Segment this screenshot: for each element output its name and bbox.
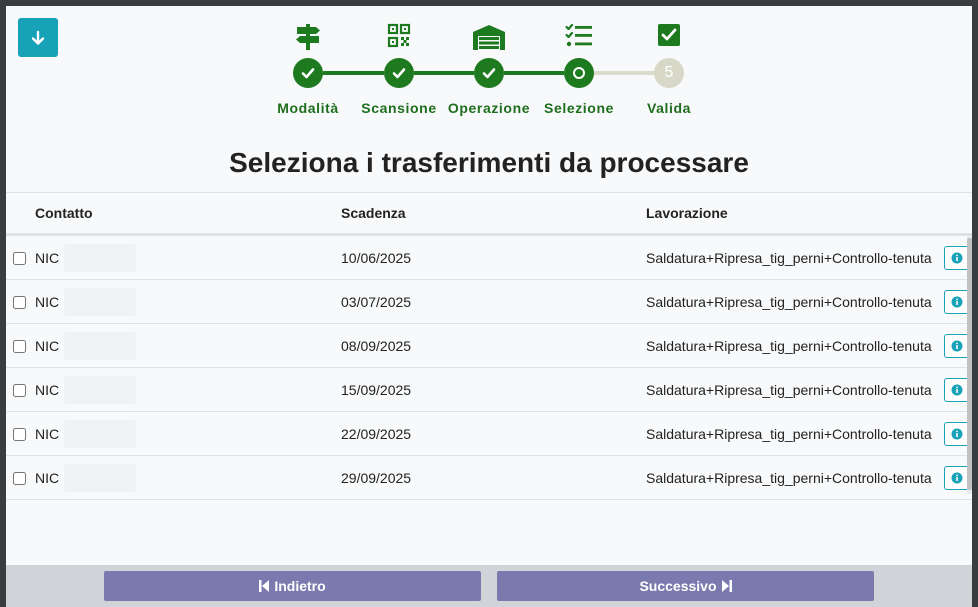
step-connector: [594, 71, 655, 75]
ring-icon: [573, 67, 585, 79]
step-forward-icon: [721, 580, 732, 592]
check-icon: [482, 68, 496, 79]
warehouse-icon: [473, 25, 505, 50]
cell-contatto: NIC: [35, 294, 60, 310]
step-current-circle: [564, 58, 594, 88]
row-checkbox[interactable]: [13, 296, 26, 309]
cell-lavorazione: Saldatura+Ripresa_tig_perni+Controllo-te…: [646, 470, 932, 486]
redacted-area: [64, 288, 136, 316]
step-connector: [504, 71, 564, 75]
scrollbar-thumb[interactable]: [967, 238, 972, 490]
header-contatto: Contatto: [35, 205, 93, 221]
redacted-area: [64, 244, 136, 272]
cell-lavorazione: Saldatura+Ripresa_tig_perni+Controllo-te…: [646, 338, 932, 354]
cell-scadenza: 03/07/2025: [341, 294, 412, 310]
row-checkbox[interactable]: [13, 340, 26, 353]
step-check-circle: [384, 58, 414, 88]
info-icon: [951, 472, 963, 484]
table-row: NIC 22/09/2025 Saldatura+Ripresa_tig_per…: [6, 412, 972, 456]
step-check-circle: [293, 58, 323, 88]
redacted-area: [64, 376, 136, 404]
cell-scadenza: 29/09/2025: [341, 470, 412, 486]
cell-contatto: NIC: [35, 470, 60, 486]
table-row: NIC 08/09/2025 Saldatura+Ripresa_tig_per…: [6, 324, 972, 368]
info-icon: [951, 340, 963, 352]
cell-lavorazione: Saldatura+Ripresa_tig_perni+Controllo-te…: [646, 294, 932, 310]
progress-stepper: Modalità Scansione Operazione Selezione …: [6, 6, 972, 136]
task-list-icon: [565, 23, 592, 47]
checkbox-icon: [658, 24, 680, 46]
page-title: Seleziona i trasferimenti da processare: [229, 147, 749, 178]
back-button-label: Indietro: [274, 578, 326, 594]
table-header: Contatto Scadenza Lavorazione: [6, 192, 972, 236]
info-icon: [951, 252, 963, 264]
table-body: NIC 10/06/2025 Saldatura+Ripresa_tig_per…: [6, 236, 972, 500]
step-backward-icon: [259, 580, 270, 592]
cell-contatto: NIC: [35, 382, 60, 398]
cell-contatto: NIC: [35, 338, 60, 354]
cell-lavorazione: Saldatura+Ripresa_tig_perni+Controllo-te…: [646, 382, 932, 398]
cell-lavorazione: Saldatura+Ripresa_tig_perni+Controllo-te…: [646, 426, 932, 442]
qr-code-icon: [387, 23, 411, 48]
cell-scadenza: 10/06/2025: [341, 250, 412, 266]
row-checkbox[interactable]: [13, 428, 26, 441]
header-scadenza: Scadenza: [341, 205, 406, 221]
app-window: Modalità Scansione Operazione Selezione …: [6, 6, 972, 607]
row-checkbox[interactable]: [13, 384, 26, 397]
info-icon: [951, 384, 963, 396]
info-icon: [951, 296, 963, 308]
footer-bar: Indietro Successivo: [6, 565, 972, 607]
redacted-area: [64, 464, 136, 492]
table-row: NIC 15/09/2025 Saldatura+Ripresa_tig_per…: [6, 368, 972, 412]
next-button[interactable]: Successivo: [497, 571, 874, 601]
cell-scadenza: 22/09/2025: [341, 426, 412, 442]
cell-contatto: NIC: [35, 250, 60, 266]
cell-scadenza: 15/09/2025: [341, 382, 412, 398]
step-check-circle: [474, 58, 504, 88]
redacted-area: [64, 420, 136, 448]
row-checkbox[interactable]: [13, 472, 26, 485]
check-icon: [301, 68, 315, 79]
cell-scadenza: 08/09/2025: [341, 338, 412, 354]
check-icon: [392, 68, 406, 79]
step-connector: [323, 71, 384, 75]
back-button[interactable]: Indietro: [104, 571, 481, 601]
step-number-circle: 5: [654, 58, 684, 88]
table-row: NIC 10/06/2025 Saldatura+Ripresa_tig_per…: [6, 236, 972, 280]
table-row: NIC 29/09/2025 Saldatura+Ripresa_tig_per…: [6, 456, 972, 500]
cell-contatto: NIC: [35, 426, 60, 442]
info-icon: [951, 428, 963, 440]
next-button-label: Successivo: [639, 578, 717, 594]
step-label: Valida: [646, 100, 692, 116]
redacted-area: [64, 332, 136, 360]
row-checkbox[interactable]: [13, 252, 26, 265]
table-row: NIC 03/07/2025 Saldatura+Ripresa_tig_per…: [6, 280, 972, 324]
header-lavorazione: Lavorazione: [646, 205, 728, 221]
cell-lavorazione: Saldatura+Ripresa_tig_perni+Controllo-te…: [646, 250, 932, 266]
step-connector: [414, 71, 474, 75]
signpost-icon: [296, 24, 320, 50]
